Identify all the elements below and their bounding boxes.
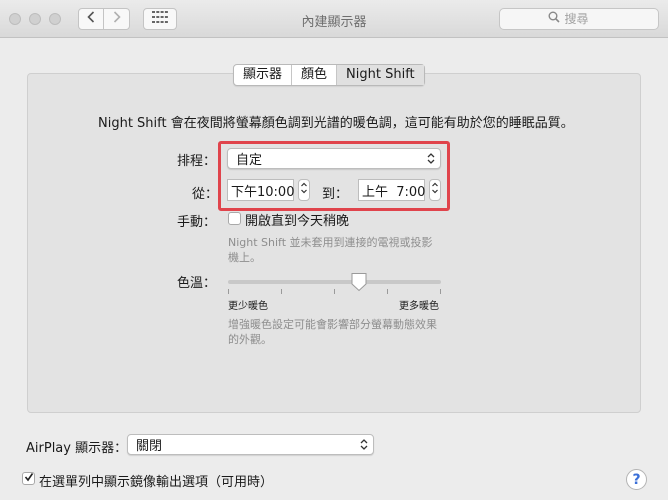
updown-arrows-icon: [360, 438, 368, 455]
mirroring-checkbox[interactable]: [22, 472, 35, 485]
to-time-field[interactable]: 上午 7:00: [358, 179, 425, 201]
stepper-arrows-icon: [300, 181, 308, 199]
from-time-field[interactable]: 下午10:00: [227, 179, 294, 201]
tab-night-shift[interactable]: Night Shift: [337, 65, 424, 85]
checkmark-icon: [24, 471, 34, 486]
airplay-popup[interactable]: 關閉: [127, 434, 374, 455]
airplay-value: 關閉: [136, 439, 163, 454]
tab-bar: 顯示器 顏色 Night Shift: [233, 64, 425, 86]
question-mark-icon: ?: [632, 471, 641, 488]
temperature-label: 色溫：: [177, 276, 217, 291]
schedule-value: 自定: [236, 153, 263, 168]
from-label: 從：: [192, 187, 219, 202]
manual-checkbox[interactable]: [228, 212, 241, 225]
slider-tick: [440, 289, 441, 294]
from-time-stepper[interactable]: [298, 179, 310, 201]
manual-note-line1: Night Shift 並未套用到連接的電視或投影: [228, 236, 433, 249]
search-field[interactable]: [499, 8, 659, 30]
slider-tick: [334, 289, 335, 294]
temperature-slider-knob[interactable]: [350, 272, 368, 296]
tab-display[interactable]: 顯示器: [234, 65, 293, 85]
slider-tick: [281, 289, 282, 294]
temperature-slider-track[interactable]: [228, 280, 441, 284]
to-time-stepper[interactable]: [429, 179, 441, 201]
manual-note-line2: 機上。: [228, 251, 261, 264]
to-time-value: 上午 7:00: [362, 184, 426, 200]
tab-color[interactable]: 顏色: [292, 65, 338, 85]
slider-tick: [387, 289, 388, 294]
search-input[interactable]: [564, 12, 611, 26]
search-icon: [548, 11, 560, 27]
temperature-min-label: 更少暖色: [228, 301, 268, 312]
temperature-max-label: 更多暖色: [399, 301, 439, 312]
night-shift-description: Night Shift 會在夜間將螢幕顏色調到光譜的暖色調，這可能有助於您的睡眠…: [98, 116, 574, 131]
airplay-label: AirPlay 顯示器：: [26, 441, 128, 456]
help-button[interactable]: ?: [626, 469, 647, 490]
temperature-note-line1: 增強暖色設定可能會影響部分螢幕動態效果: [228, 318, 437, 331]
updown-arrows-icon: [427, 152, 435, 169]
temperature-note-line2: 的外觀。: [228, 333, 272, 346]
schedule-popup[interactable]: 自定: [227, 148, 441, 169]
schedule-label: 排程：: [177, 154, 217, 169]
manual-checkbox-label: 開啟直到今天稍晚: [245, 214, 350, 229]
mirroring-label: 在選單列中顯示鏡像輸出選項（可用時）: [39, 475, 274, 490]
slider-tick: [228, 289, 229, 294]
to-label: 到：: [322, 187, 349, 202]
stepper-arrows-icon: [431, 181, 439, 199]
manual-label: 手動：: [177, 215, 217, 230]
from-time-value: 下午10:00: [231, 184, 295, 200]
title-bar: 內建顯示器: [0, 0, 668, 38]
